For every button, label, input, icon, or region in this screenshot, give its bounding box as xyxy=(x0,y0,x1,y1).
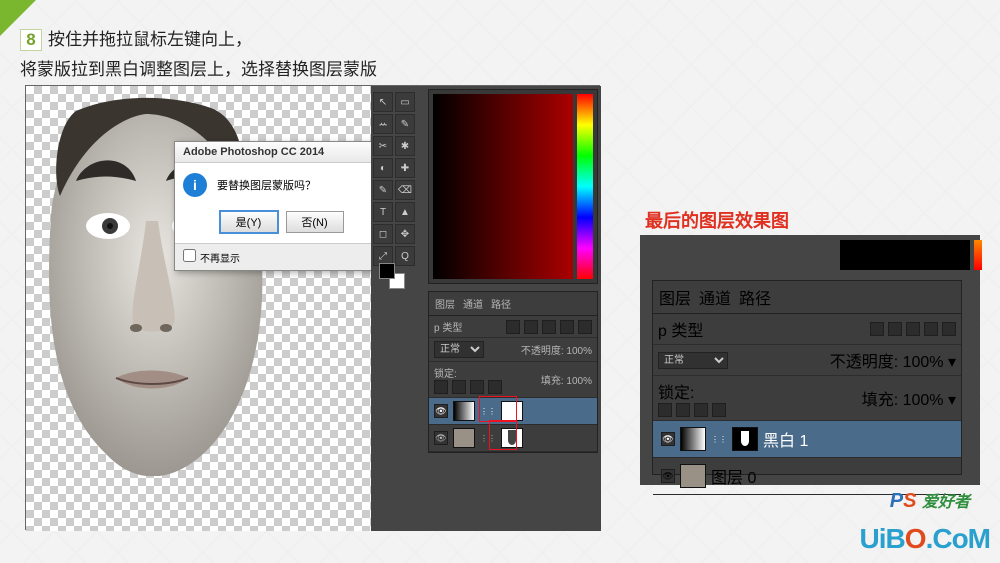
link-icon: ⋮⋮ xyxy=(711,435,727,444)
opacity-value[interactable]: 100% xyxy=(566,346,592,357)
result-caption: 最后的图层效果图 xyxy=(645,207,789,233)
tab-channels[interactable]: 通道 xyxy=(463,296,483,311)
lock-trans-icon[interactable] xyxy=(658,403,672,417)
filter-shape-icon[interactable] xyxy=(560,320,574,334)
hue-strip[interactable] xyxy=(577,94,593,279)
step-text-1: 按住并拖拉鼠标左键向上， xyxy=(48,30,252,49)
opacity-value[interactable]: 100% xyxy=(903,354,944,371)
tab-paths[interactable]: 路径 xyxy=(739,285,771,309)
tool-5[interactable]: ✱ xyxy=(395,136,415,156)
fill-label: 填充: xyxy=(862,392,898,409)
tab-layers[interactable]: 图层 xyxy=(435,296,455,311)
color-picker-panel[interactable] xyxy=(428,89,598,284)
filter-image-icon[interactable] xyxy=(506,320,520,334)
tool-7[interactable]: ✚ xyxy=(395,158,415,178)
layer-name[interactable]: 图层 0 xyxy=(711,464,756,488)
filter-smart-icon[interactable] xyxy=(578,320,592,334)
photoshop-panels: ↖▭ꕀ✎✂✱◐✚✎⌫T▲◻✥⤢Q 图层 通道 路径 p 类型 正常 不透明度: … xyxy=(371,86,601,531)
fill-value[interactable]: 100% xyxy=(566,376,592,387)
tab-channels[interactable]: 通道 xyxy=(699,285,731,309)
lock-all-icon[interactable] xyxy=(488,380,502,394)
tab-paths[interactable]: 路径 xyxy=(491,296,511,311)
lock-trans-icon[interactable] xyxy=(434,380,448,394)
foreground-swatch[interactable] xyxy=(379,263,395,279)
toolbox: ↖▭ꕀ✎✂✱◐✚✎⌫T▲◻✥⤢Q xyxy=(373,92,419,266)
color-field[interactable] xyxy=(840,240,970,270)
lock-pos-icon[interactable] xyxy=(694,403,708,417)
tool-1[interactable]: ▭ xyxy=(395,92,415,112)
filter-adjust-icon[interactable] xyxy=(524,320,538,334)
filter-image-icon[interactable] xyxy=(870,322,884,336)
corner-marker xyxy=(0,0,36,36)
layer-mask-thumb[interactable] xyxy=(732,427,758,451)
site-watermark: UiBO.CoM xyxy=(860,523,990,555)
color-swatches[interactable] xyxy=(377,261,417,291)
dont-show-checkbox[interactable] xyxy=(183,249,196,262)
filter-type-icon[interactable] xyxy=(906,322,920,336)
opacity-label: 不透明度: xyxy=(521,346,564,357)
lock-all-icon[interactable] xyxy=(712,403,726,417)
blend-mode-select[interactable]: 正常 xyxy=(434,341,484,358)
dialog-message: 要替换图层蒙版吗？ xyxy=(217,177,316,193)
brand-watermark: PS 爱好者 xyxy=(890,488,970,513)
filter-smart-icon[interactable] xyxy=(942,322,956,336)
tool-11[interactable]: ▲ xyxy=(395,202,415,222)
step-text-2: 将蒙版拉到黑白调整图层上，选择替换图层蒙版 xyxy=(20,55,377,80)
layers-panel-result: 图层 通道 路径 p 类型 正常 不透明度: 100% ▾ 锁定: 填充: 10… xyxy=(652,280,962,475)
dont-show-label[interactable]: 不再显示 xyxy=(183,254,240,265)
tool-3[interactable]: ✎ xyxy=(395,114,415,134)
image-thumb[interactable] xyxy=(680,464,706,488)
lock-pixel-icon[interactable] xyxy=(452,380,466,394)
photoshop-screenshot-result: 图层 通道 路径 p 类型 正常 不透明度: 100% ▾ 锁定: 填充: 10… xyxy=(640,235,980,485)
lock-label: 锁定: xyxy=(658,385,694,402)
fill-label: 填充: xyxy=(541,376,564,387)
filter-type-icon[interactable] xyxy=(542,320,556,334)
hue-strip[interactable] xyxy=(974,240,982,270)
visibility-icon[interactable]: 👁 xyxy=(434,431,448,445)
layer-list-main: 👁 ⋮⋮ 👁 ⋮⋮ xyxy=(429,398,597,452)
opacity-label: 不透明度: xyxy=(830,354,898,371)
info-icon: i xyxy=(183,173,207,197)
highlight-source-mask xyxy=(489,420,517,450)
replace-mask-dialog: Adobe Photoshop CC 2014 i 要替换图层蒙版吗？ 是(Y)… xyxy=(174,141,389,271)
filter-adjust-icon[interactable] xyxy=(888,322,902,336)
lock-label: 锁定: xyxy=(434,369,457,380)
visibility-icon[interactable]: 👁 xyxy=(661,432,675,446)
tool-8[interactable]: ✎ xyxy=(373,180,393,200)
step-instruction: 8按住并拖拉鼠标左键向上， 将蒙版拉到黑白调整图层上，选择替换图层蒙版 xyxy=(20,25,377,80)
tool-13[interactable]: ✥ xyxy=(395,224,415,244)
tab-layers[interactable]: 图层 xyxy=(659,285,691,309)
layer-row-bw[interactable]: 👁 ⋮⋮ 黑白 1 xyxy=(653,421,961,458)
lock-pixel-icon[interactable] xyxy=(676,403,690,417)
tool-4[interactable]: ✂ xyxy=(373,136,393,156)
yes-button[interactable]: 是(Y) xyxy=(220,211,278,233)
tool-2[interactable]: ꕀ xyxy=(373,114,393,134)
tool-10[interactable]: T xyxy=(373,202,393,222)
tool-12[interactable]: ◻ xyxy=(373,224,393,244)
visibility-icon[interactable]: 👁 xyxy=(434,404,448,418)
filter-shape-icon[interactable] xyxy=(924,322,938,336)
tool-9[interactable]: ⌫ xyxy=(395,180,415,200)
kind-label: p 类型 xyxy=(434,319,462,334)
adjustment-thumb[interactable] xyxy=(453,401,475,421)
dialog-footer: 不再显示 xyxy=(175,243,388,270)
layer-list-result: 👁 ⋮⋮ 黑白 1 👁 图层 0 xyxy=(653,421,961,495)
no-button[interactable]: 否(N) xyxy=(286,211,344,233)
layer-name[interactable]: 黑白 1 xyxy=(763,427,808,451)
tool-6[interactable]: ◐ xyxy=(373,158,393,178)
dialog-title: Adobe Photoshop CC 2014 xyxy=(175,142,388,163)
visibility-icon[interactable]: 👁 xyxy=(661,469,675,483)
kind-label: p 类型 xyxy=(658,317,703,341)
blend-mode-select[interactable]: 正常 xyxy=(658,352,728,369)
tool-0[interactable]: ↖ xyxy=(373,92,393,112)
fill-value[interactable]: 100% xyxy=(903,392,944,409)
adjustment-thumb[interactable] xyxy=(680,427,706,451)
photoshop-screenshot-main: Adobe Photoshop CC 2014 i 要替换图层蒙版吗？ 是(Y)… xyxy=(25,85,600,530)
lock-pos-icon[interactable] xyxy=(470,380,484,394)
image-thumb[interactable] xyxy=(453,428,475,448)
color-field[interactable] xyxy=(433,94,573,279)
highlight-target-mask xyxy=(479,396,517,422)
layers-panel-main: 图层 通道 路径 p 类型 正常 不透明度: 100% 锁定: 填充: 100%… xyxy=(428,291,598,453)
